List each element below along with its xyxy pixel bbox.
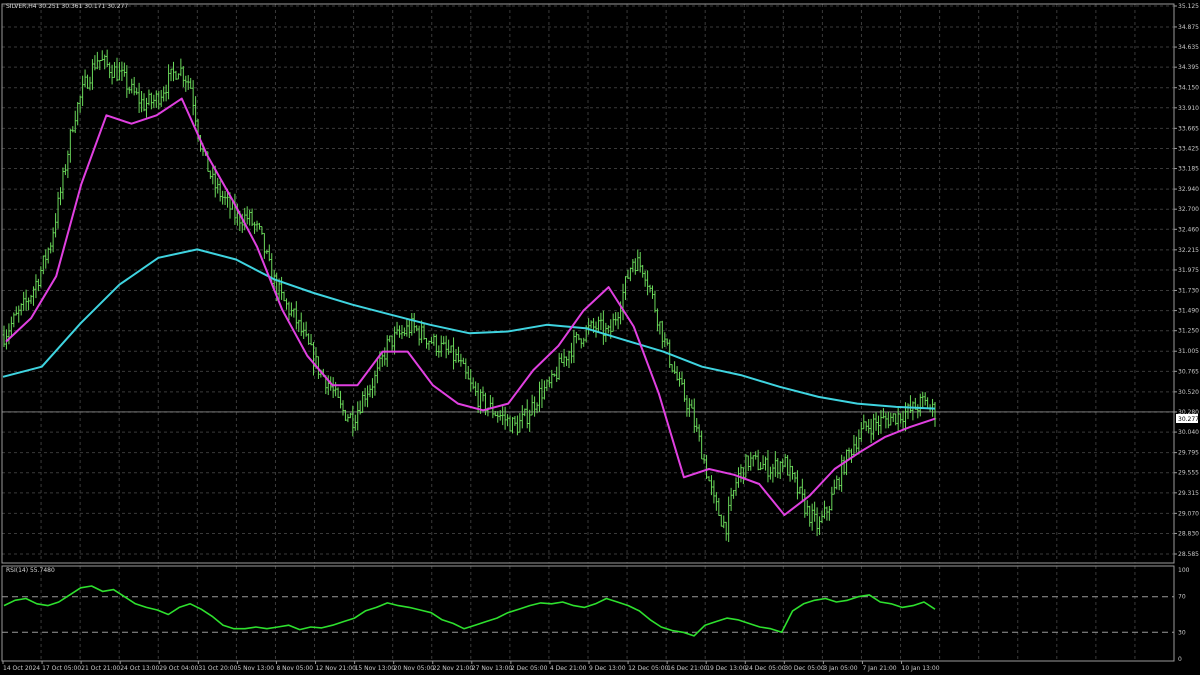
time-tick-label: 19 Dec 13:00 (706, 665, 747, 672)
time-tick-label: 29 Oct 04:00 (159, 665, 198, 672)
price-tick-label: 32.940 (1178, 186, 1199, 193)
price-tick-label: 28.830 (1178, 530, 1199, 537)
time-tick-label: 2 Dec 05:00 (511, 665, 548, 672)
price-tick-label: 30.040 (1178, 429, 1199, 436)
price-tick-label: 34.150 (1178, 85, 1199, 92)
price-tick-label: 28.585 (1178, 551, 1199, 558)
price-tick-label: 31.005 (1178, 348, 1199, 355)
time-tick-label: 3 Jan 05:00 (823, 665, 857, 672)
price-tick-label: 30.520 (1178, 389, 1199, 396)
time-tick-label: 8 Nov 05:00 (276, 665, 313, 672)
rsi-scale-label: 70 (1178, 594, 1186, 601)
time-tick-label: 4 Dec 21:00 (550, 665, 587, 672)
price-tick-label: 31.490 (1178, 308, 1199, 315)
rsi-scale-label: 30 (1178, 629, 1186, 636)
time-tick-label: 9 Dec 13:00 (589, 665, 626, 672)
time-tick-label: 15 Nov 13:00 (355, 665, 396, 672)
time-tick-label: 12 Nov 21:00 (316, 665, 357, 672)
time-tick-label: 20 Nov 05:00 (394, 665, 435, 672)
time-tick-label: 24 Dec 05:00 (745, 665, 786, 672)
time-tick-label: 31 Oct 20:00 (198, 665, 237, 672)
time-tick-label: 7 Jan 21:00 (862, 665, 896, 672)
rsi-scale-label: 0 (1178, 656, 1182, 663)
current-price-tag: 30.277 (1176, 414, 1199, 423)
price-tick-label: 31.250 (1178, 328, 1199, 335)
time-tick-label: 10 Jan 13:00 (902, 665, 940, 672)
price-tick-label: 34.875 (1178, 24, 1199, 31)
time-tick-label: 30 Dec 05:00 (784, 665, 825, 672)
price-tick-label: 32.460 (1178, 226, 1199, 233)
rsi-scale-label: 100 (1178, 567, 1190, 574)
chart-background (0, 0, 1200, 675)
time-tick-label: 21 Oct 21:00 (81, 665, 120, 672)
time-tick-label: 16 Dec 21:00 (667, 665, 708, 672)
time-tick-label: 5 Nov 13:00 (237, 665, 274, 672)
time-tick-label: 22 Nov 21:00 (433, 665, 474, 672)
time-tick-label: 27 Nov 13:00 (472, 665, 513, 672)
price-tag-text: 30.277 (1178, 416, 1199, 423)
price-tick-label: 31.975 (1178, 267, 1199, 274)
chart-canvas[interactable]: 35.125 34.875 34.635 34.395 34.150 33.910 33.6… (0, 0, 1200, 675)
time-tick-label: 17 Oct 05:00 (42, 665, 81, 672)
price-tick-label: 29.315 (1178, 490, 1199, 497)
price-tick-label: 29.555 (1178, 470, 1199, 477)
time-tick-label: 24 Oct 13:00 (120, 665, 159, 672)
price-tick-label: 29.795 (1178, 450, 1199, 457)
time-tick-label: 12 Dec 05:00 (628, 665, 669, 672)
price-tick-label: 33.185 (1178, 166, 1199, 173)
symbol-info: SILVER,H4 30.251 30.361 30.171 30.277 (6, 3, 128, 10)
price-tick-label: 34.635 (1178, 44, 1199, 51)
price-tick-label: 33.665 (1178, 125, 1199, 132)
price-tick-label: 30.765 (1178, 368, 1199, 375)
price-tick-label: 32.700 (1178, 206, 1199, 213)
price-tick-label: 34.395 (1178, 64, 1199, 71)
price-tick-label: 32.215 (1178, 247, 1199, 254)
price-tick-label: 33.425 (1178, 145, 1199, 152)
rsi-info: RSI(14) 55.7480 (6, 567, 55, 574)
price-tick-label: 31.730 (1178, 287, 1199, 294)
trading-chart[interactable]: 35.125 34.875 34.635 34.395 34.150 33.910 33.6… (0, 0, 1200, 675)
time-tick-label: 14 Oct 2024 (3, 665, 40, 672)
price-tick-label: 35.125 (1178, 3, 1199, 10)
price-tick-label: 29.070 (1178, 510, 1199, 517)
price-tick-label: 33.910 (1178, 105, 1199, 112)
